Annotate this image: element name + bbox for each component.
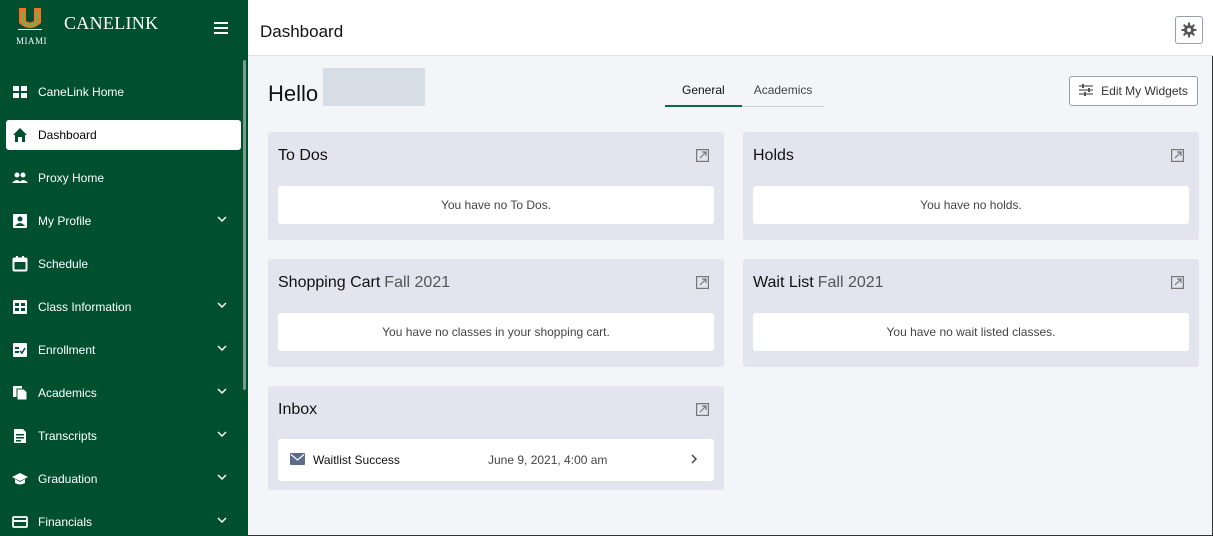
- chevron-down-icon[interactable]: [217, 429, 227, 439]
- chevron-down-icon[interactable]: [217, 515, 227, 525]
- chevron-right-icon[interactable]: [690, 453, 698, 465]
- sidebar-item-label: Proxy Home: [38, 170, 105, 185]
- sidebar-item-label: Dashboard: [38, 128, 97, 142]
- message-date: June 9, 2021, 4:00 am: [488, 453, 608, 467]
- sidebar-item-schedule[interactable]: Schedule: [0, 242, 241, 285]
- chevron-down-icon[interactable]: [217, 386, 227, 396]
- todos-card: To Dos You have no To Dos.: [268, 132, 724, 240]
- brand-title: CANELINK: [64, 12, 159, 33]
- sidebar-item-label: Academics: [38, 385, 97, 400]
- external-link-icon[interactable]: [696, 403, 709, 416]
- external-link-icon[interactable]: [1171, 149, 1184, 162]
- sidebar-item-label: CaneLink Home: [38, 84, 125, 99]
- house-icon: [12, 127, 28, 143]
- credit-card-icon: [12, 514, 28, 530]
- card-title: Holds: [753, 147, 794, 164]
- cart-message: You have no classes in your shopping car…: [278, 313, 714, 351]
- hamburger-menu-icon[interactable]: [214, 22, 228, 37]
- profile-card-icon: [12, 213, 28, 229]
- top-header: Dashboard: [248, 0, 1213, 56]
- main-content: Hello General Academics Edit My Widgets …: [248, 57, 1213, 536]
- sidebar-item-label: My Profile: [38, 213, 92, 228]
- edit-widgets-label: Edit My Widgets: [1101, 84, 1188, 98]
- sidebar-item-graduation[interactable]: Graduation: [0, 457, 241, 500]
- card-term: Fall 2021: [817, 274, 884, 291]
- external-link-icon[interactable]: [696, 276, 709, 289]
- waitlist-message: You have no wait listed classes.: [753, 313, 1189, 351]
- u-logo-icon: [18, 8, 42, 30]
- card-title: Wait List Fall 2021: [753, 274, 884, 292]
- sidebar-item-my-profile[interactable]: My Profile: [0, 199, 241, 242]
- sidebar-item-class-information[interactable]: Class Information: [0, 285, 241, 328]
- card-title: Inbox: [278, 401, 318, 418]
- transcript-icon: [12, 428, 28, 444]
- sidebar-item-label: Schedule: [38, 256, 89, 271]
- sidebar-item-label: Financials: [38, 514, 93, 529]
- chevron-down-icon[interactable]: [217, 300, 227, 310]
- redacted-username: [323, 68, 425, 106]
- card-title: To Dos: [278, 147, 328, 164]
- sidebar-item-transcripts[interactable]: Transcripts: [0, 414, 241, 457]
- card-title-text: Wait List: [753, 274, 814, 291]
- sidebar-item-label: Graduation: [38, 471, 98, 486]
- external-link-icon[interactable]: [696, 149, 709, 162]
- tab-academics[interactable]: Academics: [741, 83, 825, 107]
- gear-icon: [1181, 22, 1197, 38]
- tab-general[interactable]: General: [665, 83, 742, 107]
- sidebar-item-academics[interactable]: Academics: [0, 371, 241, 414]
- edit-widgets-button[interactable]: Edit My Widgets: [1069, 76, 1198, 106]
- inbox-card: Inbox Waitlist Success June 9, 2021, 4:0…: [268, 386, 724, 490]
- card-term: Fall 2021: [384, 274, 451, 291]
- sidebar-item-dashboard[interactable]: Dashboard: [6, 120, 241, 150]
- people-icon: [12, 170, 28, 186]
- card-title-text: Shopping Cart: [278, 274, 381, 291]
- sidebar-item-label: Class Information: [38, 299, 132, 314]
- todos-message: You have no To Dos.: [278, 186, 714, 224]
- message-subject: Waitlist Success: [313, 453, 400, 467]
- sidebar-item-label: Transcripts: [38, 428, 97, 443]
- sidebar-item-financials[interactable]: Financials: [0, 500, 241, 536]
- dashboard-tabs: General Academics: [665, 83, 825, 107]
- greeting: Hello: [268, 81, 319, 106]
- miami-logo: MIAMI: [14, 8, 54, 48]
- enrollment-icon: [12, 342, 28, 358]
- shopping-cart-card: Shopping Cart Fall 2021 You have no class…: [268, 259, 724, 367]
- sidebar-item-canelink-home[interactable]: CaneLink Home: [0, 70, 241, 113]
- holds-message: You have no holds.: [753, 186, 1189, 224]
- inbox-message-row[interactable]: Waitlist Success June 9, 2021, 4:00 am: [278, 439, 714, 481]
- card-title: Shopping Cart Fall 2021: [278, 274, 450, 292]
- home-grid-icon: [12, 84, 28, 100]
- graduation-cap-icon: [12, 471, 28, 487]
- calendar-icon: [12, 255, 28, 272]
- sidebar-item-enrollment[interactable]: Enrollment: [0, 328, 241, 371]
- external-link-icon[interactable]: [1171, 276, 1184, 289]
- sidebar-item-label: Enrollment: [38, 342, 96, 357]
- sliders-icon: [1079, 83, 1094, 99]
- brand[interactable]: MIAMI CANELINK: [0, 0, 248, 56]
- holds-card: Holds You have no holds.: [743, 132, 1199, 240]
- documents-icon: [12, 385, 28, 401]
- chevron-down-icon[interactable]: [217, 472, 227, 482]
- sidebar-nav: CaneLink Home Dashboard Proxy Home My Pr…: [0, 70, 241, 536]
- page-title: Dashboard: [260, 22, 344, 41]
- chevron-down-icon[interactable]: [217, 343, 227, 353]
- class-info-icon: [12, 299, 28, 315]
- sidebar-item-proxy-home[interactable]: Proxy Home: [0, 156, 241, 199]
- envelope-icon: [290, 453, 305, 465]
- settings-button[interactable]: [1175, 16, 1203, 44]
- wait-list-card: Wait List Fall 2021 You have no wait list…: [743, 259, 1199, 367]
- sidebar: MIAMI CANELINK CaneLink Home Dashboard P…: [0, 0, 248, 536]
- sidebar-scrollbar[interactable]: [243, 60, 246, 390]
- logo-text: MIAMI: [16, 36, 47, 46]
- chevron-down-icon[interactable]: [217, 214, 227, 224]
